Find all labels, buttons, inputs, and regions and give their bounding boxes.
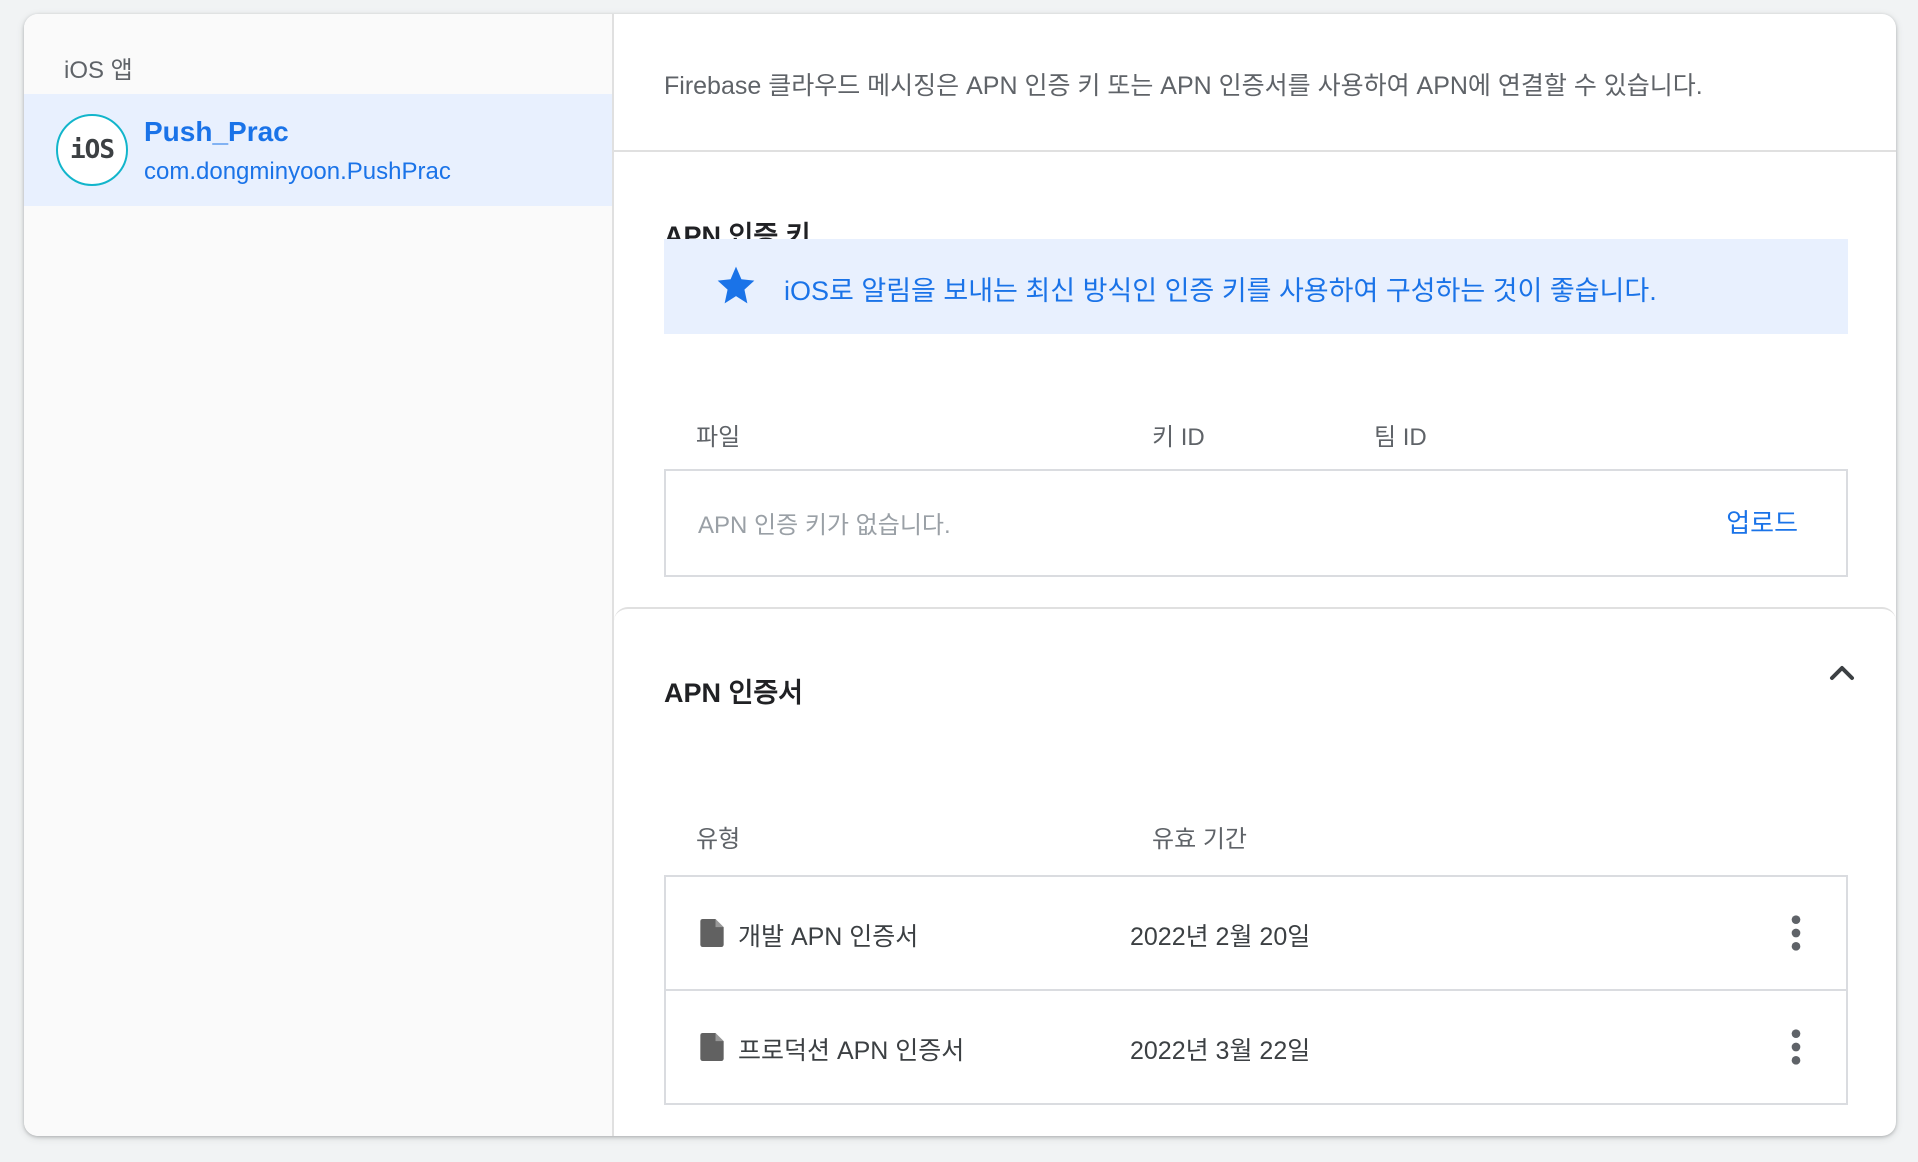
table-row: 프로덕션 APN 인증서 2022년 3월 22일 xyxy=(666,989,1846,1101)
more-vert-icon[interactable] xyxy=(1786,913,1806,953)
chevron-up-icon[interactable] xyxy=(1822,653,1862,693)
certificate-type: 개발 APN 인증서 xyxy=(738,923,919,951)
intro-text: Firebase 클라우드 메시징은 APN 인증 키 또는 APN 인증서를 … xyxy=(664,72,1703,100)
app-sidebar: iOS 앱 iOS Push_Prac com.dongminyoon.Push… xyxy=(24,14,614,1136)
intro-section: Firebase 클라우드 메시징은 APN 인증 키 또는 APN 인증서를 … xyxy=(614,14,1896,152)
certificate-table: 개발 APN 인증서 2022년 2월 20일 프로덕션 APN 인증서 202… xyxy=(664,875,1848,1105)
recommendation-banner: iOS로 알림을 보내는 최신 방식인 인증 키를 사용하여 구성하는 것이 좋… xyxy=(664,239,1848,334)
sidebar-heading: iOS 앱 xyxy=(64,57,133,84)
certificate-section: APN 인증서 유형 유효 기간 개발 APN 인증서 2022년 2월 20일 xyxy=(614,607,1896,1136)
table-row: 개발 APN 인증서 2022년 2월 20일 xyxy=(666,877,1846,989)
app-bundle-id: com.dongminyoon.PushPrac xyxy=(144,158,451,185)
file-icon xyxy=(700,1033,724,1061)
certificate-title: APN 인증서 xyxy=(664,678,804,708)
column-header-file: 파일 xyxy=(696,424,741,451)
file-icon xyxy=(700,919,724,947)
more-vert-icon[interactable] xyxy=(1786,1027,1806,1067)
empty-state-text: APN 인증 키가 없습니다. xyxy=(698,512,951,539)
upload-button[interactable]: 업로드 xyxy=(1726,503,1798,540)
ios-app-icon: iOS xyxy=(56,114,128,186)
auth-key-table: APN 인증 키가 없습니다. 업로드 xyxy=(664,469,1848,577)
sidebar-item-app[interactable]: iOS Push_Prac com.dongminyoon.PushPrac xyxy=(24,94,612,206)
app-name: Push_Prac xyxy=(144,116,289,147)
column-header-expiry: 유효 기간 xyxy=(1152,826,1247,853)
settings-card: iOS 앱 iOS Push_Prac com.dongminyoon.Push… xyxy=(24,14,1896,1136)
certificate-expiry: 2022년 3월 22일 xyxy=(1130,1037,1311,1065)
banner-text: iOS로 알림을 보내는 최신 방식인 인증 키를 사용하여 구성하는 것이 좋… xyxy=(784,276,1657,306)
main-panel: Firebase 클라우드 메시징은 APN 인증 키 또는 APN 인증서를 … xyxy=(614,14,1896,1136)
column-header-key-id: 키 ID xyxy=(1152,424,1205,451)
column-header-team-id: 팀 ID xyxy=(1374,424,1427,451)
star-icon xyxy=(717,266,755,304)
certificate-type: 프로덕션 APN 인증서 xyxy=(738,1037,965,1065)
certificate-expiry: 2022년 2월 20일 xyxy=(1130,923,1311,951)
column-header-type: 유형 xyxy=(696,826,741,853)
